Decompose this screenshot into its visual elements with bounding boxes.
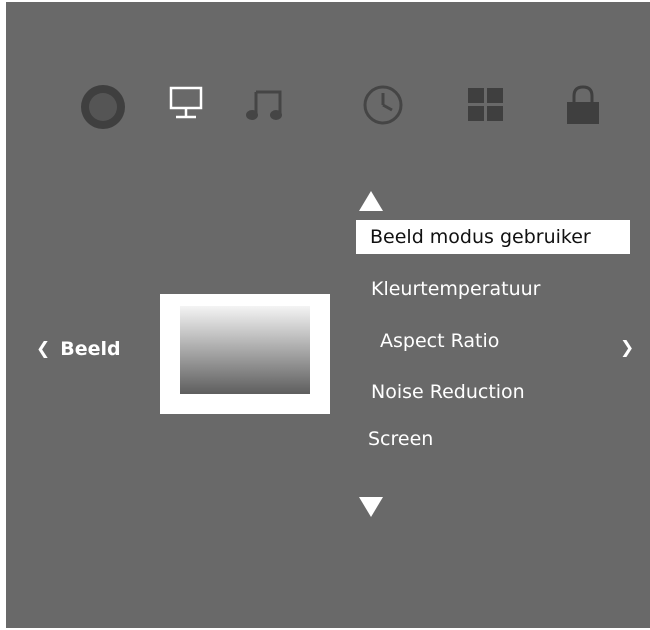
preview-gradient-image [180,306,310,394]
menu-item-screen[interactable]: Screen [368,428,433,450]
music-icon[interactable] [246,88,284,124]
chevron-left-icon: ❮ [36,339,51,359]
apps-grid-icon[interactable] [468,88,504,122]
category-label: Beeld [60,338,121,360]
lock-icon[interactable] [564,84,602,126]
chevron-right-icon[interactable]: ❯ [620,338,634,358]
clock-icon[interactable] [362,84,404,126]
menu-item-beeld-modus[interactable]: Beeld modus gebruiker [356,220,630,254]
prev-category-button[interactable]: ❮ Beeld [36,338,121,360]
display-icon[interactable] [168,86,206,124]
menu-item-kleurtemperatuur[interactable]: Kleurtemperatuur [371,278,540,300]
menu-item-noise-reduction[interactable]: Noise Reduction [371,381,525,403]
picture-preview [160,294,330,414]
menu-item-aspect-ratio[interactable]: Aspect Ratio [380,330,499,352]
scroll-down-arrow-icon[interactable] [358,496,384,522]
scroll-up-arrow-icon[interactable] [358,190,384,216]
picture-icon[interactable] [80,84,126,130]
